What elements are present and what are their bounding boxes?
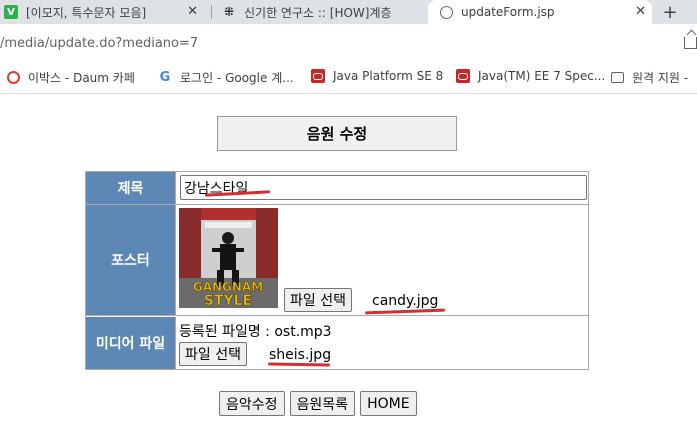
media-label: 미디어 파일: [86, 317, 176, 369]
title-input[interactable]: [180, 175, 587, 200]
title-label: 제목: [86, 172, 176, 204]
bookmark-label: Java Platform SE 8: [333, 69, 444, 83]
annotation-underline: [267, 362, 331, 367]
poster-artwork: GANGNAM STYLE: [179, 208, 278, 308]
tab-title: 신기한 연구소 :: [HOW]계층: [244, 5, 392, 20]
bookmark-label: Java(TM) EE 7 Spec...: [478, 69, 606, 83]
poster-file-button[interactable]: 파일 선택: [284, 288, 352, 312]
tab-update-form[interactable]: updateForm.jsp ✕: [428, 0, 652, 24]
new-tab-button[interactable]: +: [660, 0, 680, 24]
bookmark-google[interactable]: G 로그인 - Google 계...: [158, 69, 294, 86]
oracle-icon: [456, 69, 470, 83]
bookmark-label: 로그인 - Google 계...: [180, 71, 294, 85]
bookmark-label: 원격 지원 -: [632, 71, 689, 85]
registered-file-text: 등록된 파일명 : ost.mp3: [179, 324, 332, 340]
media-cell: 등록된 파일명 : ost.mp3 파일 선택 sheis.jpg: [177, 317, 588, 369]
poster-file-name: candy.jpg: [372, 293, 439, 309]
page-title: 음원 수정: [217, 116, 457, 151]
poster-text-bottom: STYLE: [204, 293, 252, 308]
tab-emoji[interactable]: V [이모지, 특수문자 모음] ✕: [4, 0, 204, 24]
tab-title: updateForm.jsp: [461, 5, 555, 19]
oracle-icon: [311, 69, 325, 83]
globe-icon: [440, 5, 453, 19]
bookmarks-bar: 이박스 - Daum 카페 G 로그인 - Google 계... Java P…: [0, 60, 697, 94]
poster-cell: GANGNAM STYLE 파일 선택 candy.jpg: [177, 205, 588, 315]
tab-strip: V [이모지, 특수문자 모음] ✕ ⁜ 신기한 연구소 :: [HOW]계층 …: [0, 0, 697, 24]
tistory-icon: ⁜: [223, 5, 235, 19]
media-row: 미디어 파일 등록된 파일명 : ost.mp3 파일 선택 sheis.jpg: [86, 317, 588, 369]
tab-title: [이모지, 특수문자 모음]: [26, 5, 147, 20]
daum-icon: [7, 71, 20, 84]
bookmark-java-ee[interactable]: Java(TM) EE 7 Spec...: [456, 69, 605, 83]
google-icon: G: [159, 70, 171, 85]
title-row: 제목: [86, 172, 588, 205]
bookmark-remote[interactable]: 원격 지원 -: [611, 69, 688, 86]
music-list-button[interactable]: 음원목록: [289, 391, 356, 416]
media-file-button[interactable]: 파일 선택: [179, 342, 247, 366]
poster-image: GANGNAM STYLE: [179, 208, 278, 308]
title-cell: [177, 172, 588, 204]
action-buttons: 음악수정 음원목록 HOME: [219, 391, 417, 416]
close-icon[interactable]: ✕: [635, 4, 646, 19]
remote-icon: [611, 72, 624, 83]
address-bar: /media/update.do?mediano=7: [0, 24, 697, 60]
update-music-button[interactable]: 음악수정: [219, 391, 285, 416]
tab-divider: [211, 5, 212, 19]
home-button[interactable]: HOME: [360, 391, 417, 416]
bookmark-label: 이박스 - Daum 카페: [28, 71, 135, 85]
update-form-table: 제목 포스터: [85, 171, 589, 370]
v-icon: V: [4, 5, 18, 19]
share-icon[interactable]: [684, 37, 697, 49]
media-file-name: sheis.jpg: [269, 347, 332, 363]
bookmark-daum[interactable]: 이박스 - Daum 카페: [7, 69, 135, 86]
url-text[interactable]: /media/update.do?mediano=7: [0, 36, 198, 51]
poster-text-top: GANGNAM: [193, 280, 263, 294]
poster-row: 포스터 GANGNAM STYLE 파일 선택 candy.jpg: [86, 205, 588, 316]
bookmark-java-se[interactable]: Java Platform SE 8: [311, 69, 443, 83]
annotation-underline: [364, 308, 446, 315]
close-icon[interactable]: ✕: [187, 4, 198, 19]
poster-label: 포스터: [86, 205, 176, 315]
tab-research[interactable]: ⁜ 신기한 연구소 :: [HOW]계층: [222, 0, 422, 24]
